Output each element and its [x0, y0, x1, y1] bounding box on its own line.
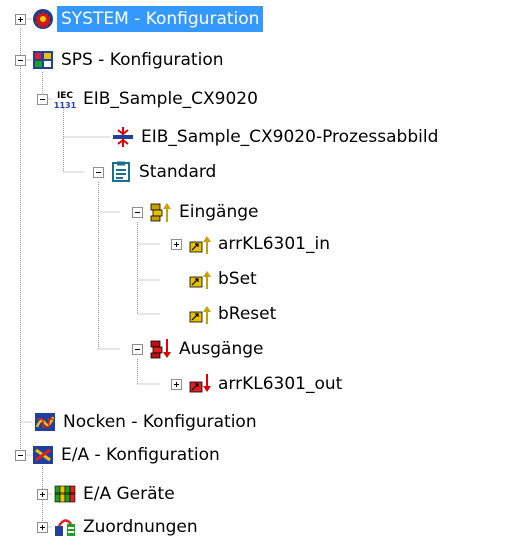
outputs-group-icon — [150, 339, 171, 359]
inputs-group-icon — [150, 203, 171, 222]
svg-text:IEC: IEC — [57, 91, 73, 101]
tree-node-sps[interactable]: SPS - Konfiguration — [57, 47, 228, 73]
tree-node-ausgaenge[interactable]: Ausgänge — [175, 336, 268, 362]
io-config-icon — [33, 446, 53, 464]
process-image-icon — [113, 127, 133, 147]
tree-node-zuordnungen[interactable]: Zuordnungen — [79, 514, 202, 540]
io-devices-icon — [54, 485, 76, 503]
input-variable-icon — [189, 306, 211, 324]
tree-node-ea-geraete[interactable]: E/A Geräte — [79, 481, 179, 507]
tree-node-bset[interactable]: bSet — [214, 266, 261, 292]
expand-toggle-ea-geraete[interactable] — [37, 489, 48, 500]
collapse-toggle-ea-config[interactable] — [15, 450, 26, 461]
expand-toggle-arr-in[interactable] — [171, 239, 182, 250]
svg-text:1131: 1131 — [54, 101, 76, 110]
expand-toggle-zuordnungen[interactable] — [37, 522, 48, 533]
expand-toggle-system[interactable] — [15, 14, 26, 25]
input-variable-icon — [189, 236, 211, 254]
tree-node-breset[interactable]: bReset — [214, 301, 280, 327]
tree-node-eib-sample[interactable]: EIB_Sample_CX9020 — [79, 86, 262, 112]
iec-1131-icon: IEC 1131 — [54, 91, 76, 110]
tree-node-ea-config[interactable]: E/A - Konfiguration — [57, 442, 224, 468]
collapse-toggle-standard[interactable] — [93, 167, 104, 178]
cam-config-icon — [35, 413, 55, 431]
plc-config-icon — [33, 51, 53, 69]
mappings-icon — [55, 519, 75, 536]
collapse-toggle-sps[interactable] — [15, 55, 26, 66]
input-variable-icon — [189, 271, 211, 289]
collapse-toggle-eingaenge[interactable] — [132, 207, 143, 218]
tree-node-eingaenge[interactable]: Eingänge — [175, 199, 262, 225]
configuration-tree: SYSTEM - Konfiguration SPS - Konfigurati… — [0, 0, 524, 543]
tree-node-nocken[interactable]: Nocken - Konfiguration — [59, 409, 261, 435]
tree-node-standard[interactable]: Standard — [135, 159, 220, 185]
tree-node-prozessabbild[interactable]: EIB_Sample_CX9020-Prozessabbild — [137, 124, 442, 150]
collapse-toggle-eib-sample[interactable] — [37, 94, 48, 105]
task-standard-icon — [112, 161, 130, 182]
gear-globe-icon — [33, 9, 53, 29]
output-variable-icon — [189, 374, 211, 393]
expand-toggle-arr-out[interactable] — [171, 379, 182, 390]
tree-node-arr-in[interactable]: arrKL6301_in — [214, 231, 334, 257]
tree-node-arr-out[interactable]: arrKL6301_out — [214, 371, 346, 397]
tree-node-system[interactable]: SYSTEM - Konfiguration — [57, 6, 264, 32]
collapse-toggle-ausgaenge[interactable] — [132, 344, 143, 355]
